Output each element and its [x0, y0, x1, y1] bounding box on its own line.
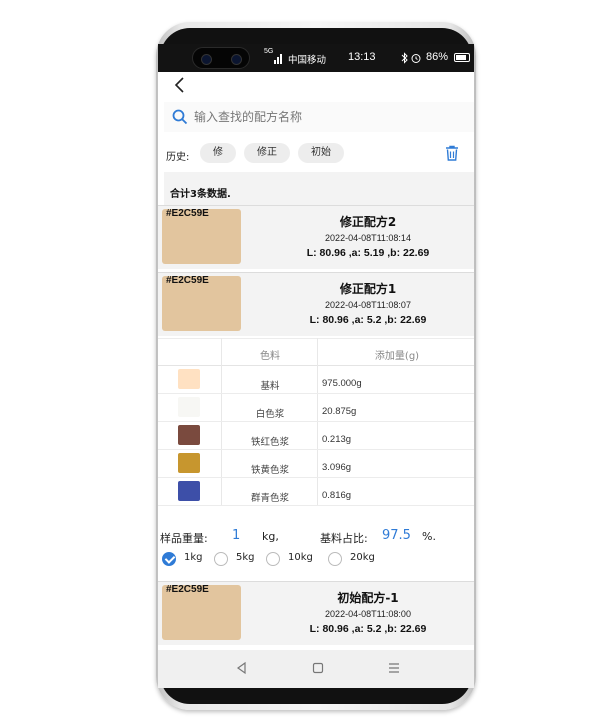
recipe-time: 2022-04-08T11:08:07 — [325, 300, 411, 310]
recipe-lab: L: 80.96 ,a: 5.19 ,b: 22.69 — [306, 247, 430, 259]
ingredient-name: 铁红色浆 — [250, 437, 289, 448]
ingredient-amount: 0.213g — [322, 434, 352, 445]
ingredient-amount: 20.875g — [322, 406, 357, 417]
system-nav-bar — [158, 650, 474, 688]
camera-lens-icon — [231, 54, 242, 65]
color-chip — [178, 397, 200, 417]
battery-percent: 86% — [426, 51, 449, 63]
weight-unit: kg, — [262, 530, 279, 543]
option-label: 1kg — [184, 552, 203, 563]
recipe-card[interactable]: #E2C59E 修正配方2 2022-04-08T11:08:14 L: 80.… — [158, 205, 474, 269]
result-count: 合计3条数据. — [170, 189, 231, 200]
ratio-unit: %. — [422, 530, 436, 543]
weight-label: 样品重量: — [160, 532, 208, 545]
ingredient-name: 群青色浆 — [250, 493, 289, 504]
back-arrow-icon[interactable] — [172, 76, 190, 94]
camera-lens-icon — [201, 54, 212, 65]
swatch-hex: #E2C59E — [166, 275, 209, 286]
square-home-icon[interactable] — [310, 660, 326, 676]
menu-lines-icon[interactable] — [386, 660, 402, 676]
column-header: 色料 — [260, 351, 280, 362]
history-chip[interactable]: 修 — [200, 143, 236, 163]
search-icon[interactable] — [172, 109, 188, 125]
ingredient-amount: 975.000g — [322, 378, 362, 389]
bluetooth-alarm-icon — [401, 52, 421, 64]
history-chip[interactable]: 初始 — [298, 143, 344, 163]
ratio-value[interactable]: 97.5 — [382, 528, 411, 543]
radio-icon[interactable] — [266, 552, 280, 566]
recipe-card[interactable]: #E2C59E 修正配方1 2022-04-08T11:08:07 L: 80.… — [158, 272, 474, 336]
color-chip — [178, 481, 200, 501]
option-label: 10kg — [288, 552, 313, 563]
history-label: 历史: — [166, 152, 190, 163]
table-row: 基料 975.000g — [158, 366, 474, 394]
table-row: 群青色浆 0.816g — [158, 478, 474, 506]
color-chip — [178, 369, 200, 389]
battery-icon — [454, 53, 470, 62]
ingredient-amount: 3.096g — [322, 462, 352, 473]
table-row: 铁黄色浆 3.096g — [158, 450, 474, 478]
recipe-lab: L: 80.96 ,a: 5.2 ,b: 22.69 — [309, 314, 427, 326]
signal-icon — [274, 54, 282, 64]
weight-option-1kg[interactable]: 1kg — [162, 552, 212, 570]
sample-weight-row: 样品重量: 1 kg, 基料占比: 97.5 %. — [158, 528, 474, 550]
status-bar: 5G 中国移动 13:13 86% — [158, 44, 474, 72]
table-row: 铁红色浆 0.213g — [158, 422, 474, 450]
ingredient-name: 基料 — [260, 381, 280, 392]
table-row: 白色浆 20.875g — [158, 394, 474, 422]
option-label: 20kg — [350, 552, 375, 563]
recipe-name: 修正配方2 — [339, 215, 397, 229]
weight-option-5kg[interactable]: 5kg — [214, 552, 264, 570]
search-bar — [164, 102, 474, 132]
swatch-hex: #E2C59E — [166, 584, 209, 595]
history-chip[interactable]: 修正 — [244, 143, 290, 163]
recipe-name: 修正配方1 — [339, 282, 397, 296]
recipe-lab: L: 80.96 ,a: 5.2 ,b: 22.69 — [309, 623, 427, 635]
weight-option-20kg[interactable]: 20kg — [328, 552, 384, 570]
ingredient-name: 白色浆 — [255, 409, 285, 420]
front-camera — [192, 47, 250, 69]
radio-icon[interactable] — [328, 552, 342, 566]
radio-checked-icon[interactable] — [162, 552, 176, 566]
color-chip — [178, 425, 200, 445]
triangle-back-icon[interactable] — [234, 660, 250, 676]
recipe-card[interactable]: #E2C59E 初始配方-1 2022-04-08T11:08:00 L: 80… — [158, 581, 474, 645]
weight-option-10kg[interactable]: 10kg — [266, 552, 322, 570]
app-screen: 5G 中国移动 13:13 86% 历史: 修 修正 初始 合计3条 — [158, 44, 474, 688]
swatch-hex: #E2C59E — [166, 208, 209, 219]
recipe-time: 2022-04-08T11:08:00 — [325, 609, 411, 619]
ratio-label: 基料占比: — [320, 532, 368, 545]
trash-icon[interactable] — [444, 144, 460, 162]
table-header: 色料 添加量(g) — [158, 338, 474, 366]
ingredient-name: 铁黄色浆 — [250, 465, 289, 476]
ingredient-amount: 0.816g — [322, 490, 352, 501]
search-input[interactable] — [194, 107, 454, 127]
color-chip — [178, 453, 200, 473]
weight-value[interactable]: 1 — [232, 528, 240, 543]
radio-icon[interactable] — [214, 552, 228, 566]
result-summary: 合计3条数据. — [164, 172, 474, 205]
recipe-name: 初始配方-1 — [337, 591, 399, 605]
carrier-name: 中国移动 — [288, 55, 327, 66]
column-header: 添加量(g) — [374, 351, 420, 362]
option-label: 5kg — [236, 552, 255, 563]
clock: 13:13 — [348, 51, 376, 63]
recipe-time: 2022-04-08T11:08:14 — [325, 233, 411, 243]
